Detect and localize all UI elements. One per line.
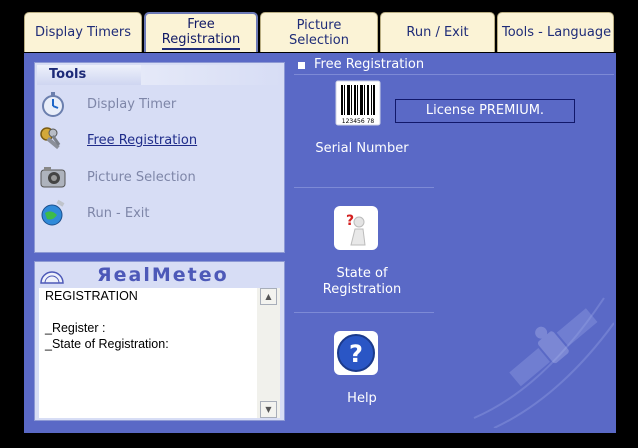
brand-bar: ЯealMeteo <box>37 264 282 286</box>
serial-number-label[interactable]: Serial Number <box>300 141 424 157</box>
tools-title: Tools <box>37 65 141 85</box>
tool-item-run-exit[interactable]: Run - Exit <box>37 198 282 228</box>
info-line: REGISTRATION <box>45 289 138 303</box>
globe-satellite-icon <box>41 199 65 226</box>
barcode-icon[interactable]: 123456 78 <box>335 80 381 126</box>
camera-icon <box>40 167 66 188</box>
section-header: Free Registration <box>294 56 614 73</box>
info-scrollbar[interactable]: ▲ ▼ <box>257 288 280 418</box>
tab-label: Display Timers <box>35 25 131 40</box>
tool-label: Free Registration <box>87 132 198 148</box>
svg-text:?: ? <box>346 213 354 229</box>
tool-item-free-registration[interactable]: Free Registration <box>37 125 282 155</box>
tools-panel: Tools Display Timer Free Registration Pi… <box>34 62 285 253</box>
info-panel: ЯealMeteo REGISTRATION _Register : _Stat… <box>34 261 285 421</box>
license-status-box: License PREMIUM. <box>395 99 575 123</box>
registration-info-text: REGISTRATION _Register : _State of Regis… <box>39 288 257 418</box>
tab-label: Tools - Language <box>502 25 612 40</box>
scroll-down-button[interactable]: ▼ <box>260 401 277 418</box>
tab-free-registration[interactable]: Free Registration <box>144 12 258 52</box>
scroll-up-button[interactable]: ▲ <box>260 288 277 305</box>
state-of-registration-label[interactable]: State of Registration <box>300 266 424 298</box>
tool-item-picture-selection[interactable]: Picture Selection <box>37 162 282 192</box>
tab-display-timers[interactable]: Display Timers <box>24 12 142 52</box>
tab-bar: Display Timers Free Registration Picture… <box>24 12 614 54</box>
tools-header-strip <box>141 65 282 85</box>
tool-label: Picture Selection <box>87 169 196 185</box>
info-line: _Register : <box>45 321 106 335</box>
help-icon[interactable]: ? <box>333 330 379 376</box>
help-label[interactable]: Help <box>300 391 424 407</box>
info-line: _State of Registration: <box>45 337 169 351</box>
satellite-watermark-icon <box>473 297 614 428</box>
info-line <box>45 304 257 320</box>
tab-run-exit[interactable]: Run / Exit <box>380 12 495 52</box>
keys-icon <box>40 127 61 150</box>
tool-label: Run - Exit <box>87 205 150 221</box>
divider <box>294 312 434 313</box>
divider <box>294 74 614 75</box>
bullet-square-icon <box>298 62 305 69</box>
app-window: Display Timers Free Registration Picture… <box>0 0 638 448</box>
tool-item-display-timer[interactable]: Display Timer <box>37 89 282 119</box>
svg-text:?: ? <box>349 340 363 368</box>
divider <box>294 187 434 188</box>
tab-label: Free Registration <box>161 17 241 50</box>
tool-label: Display Timer <box>87 96 177 112</box>
realmeteo-logo-icon <box>40 271 64 284</box>
section-title: Free Registration <box>314 57 425 72</box>
question-figure-icon[interactable]: ? <box>333 205 379 251</box>
stopwatch-icon <box>42 92 64 117</box>
tab-picture-selection[interactable]: Picture Selection <box>260 12 378 52</box>
barcode-number: 123456 78 <box>342 118 375 125</box>
brand-name: ЯealMeteo <box>97 264 229 286</box>
tab-label: Run / Exit <box>406 25 469 40</box>
tab-label: Picture Selection <box>289 17 349 48</box>
tab-tools-language[interactable]: Tools - Language <box>497 12 614 52</box>
